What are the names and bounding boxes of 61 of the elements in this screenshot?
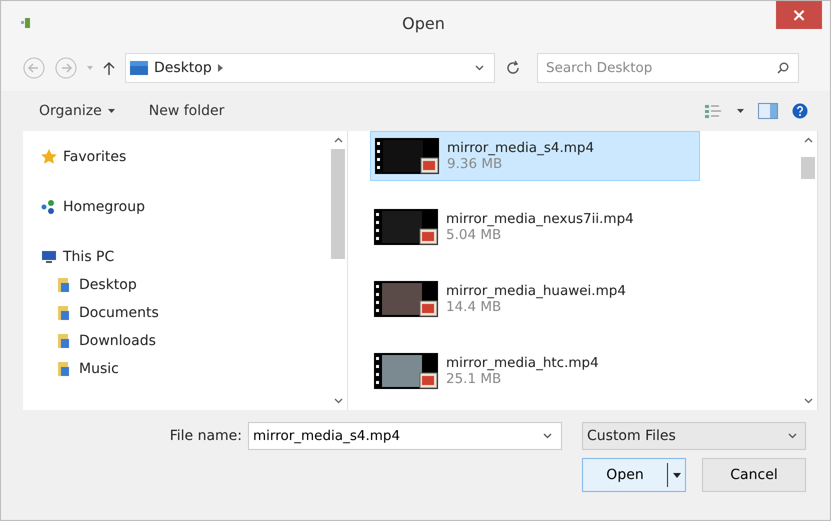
chevron-right-icon (218, 64, 223, 72)
sidebar-item[interactable]: Homegroup (41, 193, 329, 221)
scroll-thumb[interactable] (801, 157, 815, 179)
file-name-field[interactable]: mirror_media_s4.mp4 (248, 422, 562, 450)
file-size: 14.4 MB (446, 299, 502, 315)
refresh-icon[interactable] (505, 60, 521, 76)
view-options-icon[interactable] (705, 104, 723, 118)
sidebar-item[interactable]: Downloads (41, 327, 329, 355)
close-button[interactable]: × (776, 1, 822, 29)
sidebar-item[interactable]: Favorites (41, 143, 329, 171)
computer-icon (41, 249, 57, 265)
organize-menu[interactable]: Organize (29, 99, 125, 123)
search-icon (777, 62, 789, 74)
network-icon (41, 199, 57, 215)
file-item[interactable]: mirror_media_htc.mp4 25.1 MB (370, 345, 704, 397)
sidebar-item[interactable]: Desktop (41, 271, 329, 299)
caret-icon (672, 472, 680, 478)
up-arrow-icon[interactable] (103, 61, 115, 75)
caret-icon[interactable] (737, 109, 744, 113)
breadcrumb-item[interactable]: Desktop (154, 60, 212, 76)
help-icon[interactable] (792, 103, 808, 119)
chevron-down-icon (804, 398, 812, 404)
address-bar[interactable]: Desktop (125, 53, 495, 83)
chevron-up-icon (804, 137, 812, 143)
file-name: mirror_media_s4.mp4 (447, 140, 594, 156)
search-field[interactable]: Search Desktop (537, 53, 799, 83)
video-thumbnail-icon (374, 209, 438, 245)
caret-icon (108, 109, 115, 113)
file-item[interactable]: mirror_media_s4.mp4 9.36 MB (370, 131, 700, 181)
video-thumbnail-icon (374, 281, 438, 317)
back-icon[interactable] (23, 57, 45, 79)
video-thumbnail-icon (375, 138, 439, 174)
sidebar-item[interactable]: Documents (41, 299, 329, 327)
file-item[interactable]: mirror_media_nexus7ii.mp4 5.04 MB (370, 201, 704, 253)
file-name: mirror_media_htc.mp4 (446, 355, 599, 371)
sidebar-item[interactable]: This PC (41, 243, 329, 271)
video-thumbnail-icon (374, 353, 438, 389)
sidebar-item[interactable]: Music (41, 355, 329, 383)
file-size: 25.1 MB (446, 371, 502, 387)
scroll-thumb[interactable] (331, 149, 345, 259)
window-title: Open (402, 14, 445, 32)
file-item[interactable]: mirror_media_huawei.mp4 14.4 MB (370, 273, 704, 325)
desktop-icon (130, 61, 148, 75)
file-type-dropdown[interactable]: Custom Files (582, 422, 806, 450)
chevron-down-icon (788, 433, 797, 439)
file-name: mirror_media_nexus7ii.mp4 (446, 211, 634, 227)
chevron-down-icon (334, 398, 342, 404)
star-icon (41, 149, 57, 165)
cancel-button[interactable]: Cancel (702, 458, 806, 492)
chevron-up-icon (334, 137, 342, 143)
file-size: 5.04 MB (446, 227, 502, 243)
chevron-down-icon (475, 65, 484, 71)
forward-icon[interactable] (55, 57, 77, 79)
dropdown-icon[interactable] (87, 66, 93, 70)
new-folder-button[interactable]: New folder (138, 99, 234, 123)
chevron-down-icon (543, 433, 552, 439)
file-size: 9.36 MB (447, 156, 504, 172)
app-icon (21, 17, 31, 29)
preview-pane-icon[interactable] (758, 103, 778, 119)
field-label: File name: (170, 428, 242, 444)
file-name: mirror_media_huawei.mp4 (446, 283, 626, 299)
